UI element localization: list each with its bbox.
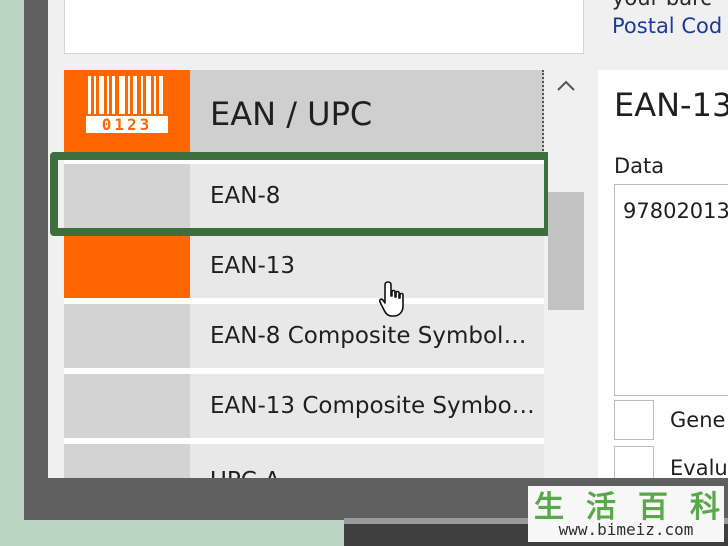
item-thumb [64, 374, 190, 438]
item-label: EAN-13 [210, 253, 296, 279]
watermark: 生 活 百 科 www.bimeiz.com [528, 486, 724, 542]
barcode-digits: 0123 [102, 115, 153, 134]
generate-checkbox[interactable] [614, 400, 654, 440]
item-label: EAN-8 [210, 183, 281, 209]
list-item-ean-13[interactable]: EAN-13 [64, 234, 544, 298]
postal-code-link[interactable]: Postal Cod [612, 14, 722, 38]
watermark-url: www.bimeiz.com [558, 520, 694, 539]
list-item-upc-a[interactable]: UPC-A [64, 444, 544, 478]
watermark-characters: 生 活 百 科 [534, 486, 720, 525]
data-label: Data [614, 154, 665, 178]
data-input[interactable]: 97802013 [614, 184, 728, 396]
list-item-ean-8[interactable]: EAN-8 [64, 164, 544, 228]
hand-cursor-icon [378, 281, 404, 317]
category-label: EAN / UPC [210, 95, 373, 133]
category-header-ean-upc[interactable]: 0123 EAN / UPC [64, 70, 544, 158]
description-text: your barc [612, 0, 712, 10]
item-thumb [64, 164, 190, 228]
top-card [64, 0, 584, 54]
item-thumb-selected [64, 234, 190, 298]
item-label: EAN-13 Composite Symbo… [210, 393, 535, 419]
properties-panel: EAN-13 Data 97802013 Gene Evalu [598, 70, 728, 478]
barcode-icon: 0123 [86, 76, 168, 134]
item-thumb [64, 444, 190, 478]
app-window: your barc Postal Cod [48, 0, 728, 478]
data-value: 97802013 [623, 199, 728, 223]
list-item-ean-8-composite[interactable]: EAN-8 Composite Symbol… [64, 304, 544, 368]
item-label: EAN-8 Composite Symbol… [210, 323, 527, 349]
chevron-up-icon [557, 80, 575, 91]
item-label: UPC-A [210, 444, 280, 478]
list-item-ean-13-composite[interactable]: EAN-13 Composite Symbo… [64, 374, 544, 438]
panel-title: EAN-13 [614, 86, 728, 124]
scroll-thumb[interactable] [548, 192, 584, 310]
scroll-up-button[interactable] [548, 76, 584, 96]
generate-checkbox-label: Gene [670, 408, 726, 432]
item-thumb [64, 304, 190, 368]
list-scrollbar[interactable] [548, 70, 584, 478]
evaluate-checkbox[interactable] [614, 446, 654, 478]
evaluate-checkbox-label: Evalu [670, 456, 728, 478]
category-thumb: 0123 [64, 70, 190, 158]
symbology-list: 0123 EAN / UPC EAN-8 EAN-13 EAN-8 Compos… [64, 70, 544, 478]
